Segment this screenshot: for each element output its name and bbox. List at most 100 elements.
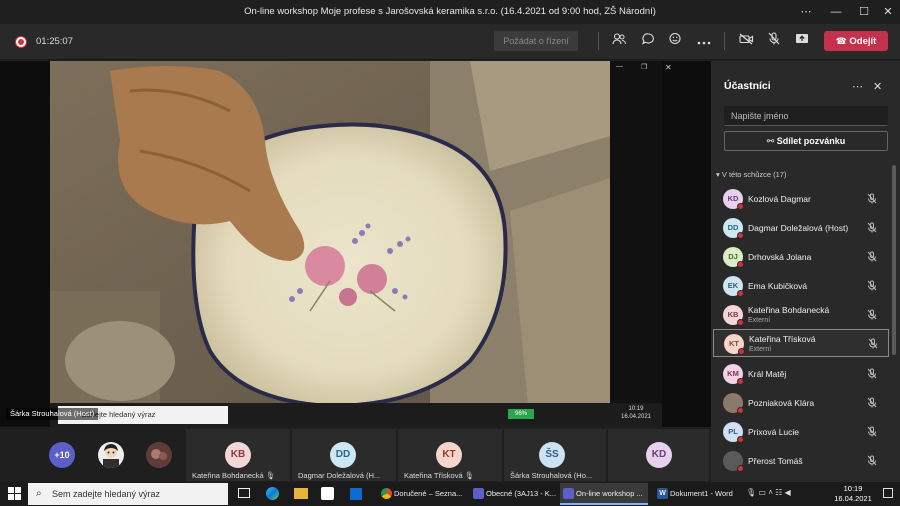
presence-status-icon xyxy=(737,465,744,472)
taskbar-search-input[interactable]: ⌕ Sem zadejte hledaný výraz xyxy=(28,483,228,505)
participant-name: Kozlová Dagmar xyxy=(748,194,811,204)
edge-browser-icon[interactable] xyxy=(266,487,279,500)
presence-status-icon xyxy=(737,290,744,297)
participant-name: Prixová Lucie xyxy=(748,427,800,437)
participant-row[interactable]: EK Ema Kubičková xyxy=(713,272,889,300)
file-explorer-icon[interactable] xyxy=(294,488,308,499)
clock-date: 16.04.2021 xyxy=(834,494,872,503)
presence-status-icon xyxy=(738,348,745,355)
share-icon[interactable] xyxy=(791,31,813,51)
participant-row[interactable]: Pozniaková Klára xyxy=(713,389,889,417)
mic-off-icon xyxy=(867,397,877,410)
mic-off-icon xyxy=(867,426,877,439)
share-invite-label: Sdílet pozvánku xyxy=(776,136,846,146)
participant-tile-avatar: KD xyxy=(646,442,672,468)
windows-start-icon[interactable] xyxy=(8,487,21,505)
more-icon[interactable] xyxy=(693,31,715,51)
close-window-button[interactable]: ✕ xyxy=(874,0,900,24)
task-view-icon[interactable] xyxy=(238,488,250,498)
clock-time: 10:19 xyxy=(843,484,863,493)
presence-status-icon xyxy=(737,407,744,414)
participant-name: Kateřina Bohdanecká xyxy=(748,305,830,315)
participant-row[interactable]: DD Dagmar Doležalová (Host) xyxy=(713,214,889,242)
participant-row[interactable]: KD Kozlová Dagmar xyxy=(713,185,889,213)
participant-search-input[interactable]: Napište jméno xyxy=(724,106,888,126)
presence-status-icon xyxy=(737,203,744,210)
camera-off-icon[interactable] xyxy=(735,31,757,51)
participant-tile-avatar: KT xyxy=(436,442,462,468)
window-more-icon[interactable]: ⋯ xyxy=(792,0,820,24)
chevron-up-icon: ˄ xyxy=(768,488,773,497)
taskbar-app-teams-general[interactable]: Obecné (3AJ13 - K... xyxy=(470,483,556,505)
word-icon: W xyxy=(657,488,668,499)
mic-off-icon[interactable] xyxy=(763,31,785,51)
shared-screen-video xyxy=(50,61,662,427)
presence-status-icon xyxy=(737,319,744,326)
taskbar-app-word[interactable]: W Dokument1 - Word xyxy=(654,483,740,505)
window-title: On-line workshop Moje profese s Jarošovs… xyxy=(244,6,656,17)
participant-row[interactable]: KM Král Matěj xyxy=(713,360,889,388)
participant-tile-name-text: Dagmar Doležalová (H... xyxy=(298,471,381,480)
presenter-name: Šárka Strouhalová (Host) xyxy=(10,409,95,418)
panel-title: Účastníci xyxy=(724,80,771,92)
chat-icon[interactable] xyxy=(637,31,659,51)
taskbar-app-label: On-line workshop ... xyxy=(576,489,643,498)
battery-icon: ▭ xyxy=(758,488,766,497)
more-participants-badge[interactable]: +10 xyxy=(49,442,75,468)
search-icon: ⌕ xyxy=(36,488,42,499)
participant-row[interactable]: DJ Drhovská Jolana xyxy=(713,243,889,271)
participant-tile-name-text: Kateřina Třísková xyxy=(404,471,463,480)
participant-tile-avatar: ŠS xyxy=(539,442,565,468)
taskbar-app-label: Dokument1 - Word xyxy=(670,489,733,498)
request-control-button[interactable]: Požádat o řízení xyxy=(494,31,578,51)
taskbar-app-teams-meeting[interactable]: On-line workshop ... xyxy=(560,483,648,505)
people-icon[interactable] xyxy=(608,31,630,51)
participant-tile-name: Šárka Strouhalová (Ho... xyxy=(510,471,592,480)
mic-off-icon xyxy=(868,338,878,351)
leave-label: Odejít xyxy=(849,36,877,47)
participant-name: Pozniaková Klára xyxy=(748,398,815,408)
mic-off-icon xyxy=(867,368,877,381)
participant-row[interactable]: KB Kateřina Bohdanecká Externí xyxy=(713,301,889,329)
shared-screen-battery: 96% xyxy=(508,409,534,419)
participant-name: Přerost Tomáš xyxy=(748,456,803,466)
taskbar-app-label: Doručené – Sezna... xyxy=(394,489,463,498)
panel-close-icon[interactable]: ✕ xyxy=(873,80,882,93)
mic-tray-icon: 🎙 xyxy=(746,488,757,497)
minimize-button[interactable]: — xyxy=(822,0,850,24)
presence-status-icon xyxy=(737,261,744,268)
mic-off-icon xyxy=(867,309,877,322)
mail-icon[interactable] xyxy=(350,488,362,500)
participant-row[interactable]: KT Kateřina Třísková Externí xyxy=(713,329,889,357)
store-icon[interactable] xyxy=(321,487,334,500)
participant-tile-avatar: KB xyxy=(225,442,251,468)
presence-status-icon xyxy=(737,378,744,385)
participant-tile-name: Kateřina Třísková 🎙 xyxy=(404,471,474,480)
mic-off-icon: 🎙 xyxy=(464,471,475,480)
in-meeting-section-header[interactable]: ▾ V této schůzce (17) xyxy=(716,170,786,179)
participant-row[interactable]: PL Prixová Lucie xyxy=(713,418,889,446)
tray-icons[interactable]: 🎙 ▭ ˄ ☷ ◀ xyxy=(746,488,791,497)
mic-off-icon: 🎙 xyxy=(265,471,276,480)
participant-tile-name: Kateřina Bohdanecká 🎙 xyxy=(192,471,275,480)
leave-button[interactable]: ☎ Odejít xyxy=(824,31,888,51)
panel-more-icon[interactable]: ⋯ xyxy=(852,80,863,93)
teams-icon xyxy=(473,488,484,499)
toolbar-divider xyxy=(724,32,725,50)
phone-hangup-icon: ☎ xyxy=(835,36,850,46)
in-meeting-section-label: V této schůzce (17) xyxy=(721,170,787,179)
participant-tile-avatar: DD xyxy=(330,442,356,468)
shared-screen-clock-date: 16.04.2021 xyxy=(620,414,652,420)
participant-avatar-photo[interactable] xyxy=(146,442,172,468)
share-invite-button[interactable]: ⚯ Sdílet pozvánku xyxy=(724,131,888,151)
reactions-icon[interactable] xyxy=(665,31,687,51)
taskbar-clock[interactable]: 10:19 16.04.2021 xyxy=(828,484,878,504)
panel-scrollbar[interactable] xyxy=(892,165,896,355)
participant-tile-name-text: Šárka Strouhalová (Ho... xyxy=(510,471,593,480)
taskbar-app-chrome[interactable]: Doručené – Sezna... xyxy=(378,483,466,505)
participant-name: Ema Kubičková xyxy=(748,281,808,291)
participant-row[interactable]: Přerost Tomáš xyxy=(713,447,889,475)
participant-name: Kateřina Třísková xyxy=(749,334,816,344)
participant-avatar-photo[interactable] xyxy=(98,442,124,468)
notifications-icon[interactable] xyxy=(883,488,893,498)
